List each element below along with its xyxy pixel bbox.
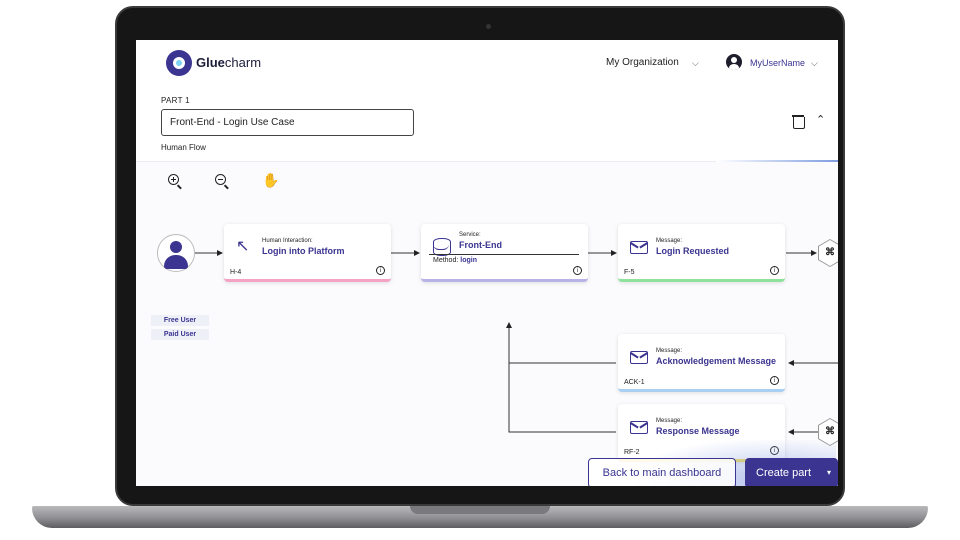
logo-text: Gluecharm <box>196 55 262 70</box>
node-title: Acknowledgement Message <box>656 356 777 366</box>
service-cluster-icon: ⌘ <box>825 247 835 258</box>
connector-ack-to-service <box>506 322 616 364</box>
node-kind: Message: <box>656 348 683 354</box>
node-title: Login into Platform <box>262 246 345 256</box>
laptop-notch <box>410 506 550 514</box>
chevron-down-icon[interactable]: ▾ <box>827 458 831 486</box>
node-method: Method: login <box>433 257 477 264</box>
node-kind: Message: <box>656 238 683 244</box>
flow-canvas[interactable]: ✋ Free User Paid User ↖ Human Interactio… <box>136 162 838 486</box>
node-kind: Message: <box>656 418 683 424</box>
user-avatar-icon[interactable] <box>726 54 742 70</box>
chevron-down-icon[interactable]: ⌵ <box>692 58 699 69</box>
trash-icon[interactable] <box>792 114 805 129</box>
flow-type-label: Human Flow <box>161 143 206 152</box>
info-icon[interactable]: i <box>573 266 582 275</box>
webcam <box>486 24 491 29</box>
envelope-icon <box>630 421 648 434</box>
top-header: Gluecharm My Organization ⌵ MyUserName ⌵ <box>136 40 838 88</box>
info-icon[interactable]: i <box>770 376 779 385</box>
node-message-acknowledgement[interactable]: Message: Acknowledgement Message ACK-1 i <box>618 334 785 392</box>
part-name-input[interactable] <box>161 109 414 136</box>
actor-role-tag: Free User <box>151 315 209 326</box>
node-code: H-4 <box>230 269 242 276</box>
gluecharm-logo-icon[interactable] <box>166 50 192 76</box>
node-title: Response Message <box>656 426 740 436</box>
service-cluster-icon: ⌘ <box>825 426 835 437</box>
part-panel: PART 1 Human Flow ⌃ <box>136 88 838 162</box>
actor-user-icon[interactable] <box>157 234 195 272</box>
node-human-interaction[interactable]: ↖ Human Interaction: Login into Platform… <box>224 224 391 282</box>
divider <box>429 254 579 255</box>
node-code: F-5 <box>624 269 635 276</box>
info-icon[interactable]: i <box>376 266 385 275</box>
create-part-label: Create part <box>756 467 812 479</box>
part-label: PART 1 <box>161 96 190 105</box>
node-title: Front-End <box>459 240 502 250</box>
node-kind: Service: <box>459 232 481 238</box>
info-icon[interactable]: i <box>770 266 779 275</box>
cursor-click-icon: ↖ <box>236 238 250 255</box>
envelope-icon <box>630 241 648 254</box>
node-service[interactable]: Service: Front-End Method: login i <box>421 224 588 282</box>
node-title: Login Requested <box>656 246 730 256</box>
chevron-up-icon[interactable]: ⌃ <box>816 113 825 126</box>
node-message-login-requested[interactable]: Message: Login Requested F-5 i <box>618 224 785 282</box>
organization-select[interactable]: My Organization <box>606 57 679 68</box>
chevron-down-icon[interactable]: ⌵ <box>811 58 818 69</box>
app-screen: Gluecharm My Organization ⌵ MyUserName ⌵… <box>136 40 838 486</box>
node-kind: Human Interaction: <box>262 238 313 244</box>
user-menu[interactable]: MyUserName <box>750 58 805 68</box>
node-code: ACK-1 <box>624 379 645 386</box>
back-to-dashboard-button[interactable]: Back to main dashboard <box>588 458 736 486</box>
envelope-icon <box>630 351 648 364</box>
create-part-button[interactable]: Create part ▾ <box>745 458 838 486</box>
connector-response-to-service <box>508 363 616 433</box>
actor-role-tag: Paid User <box>151 329 209 340</box>
